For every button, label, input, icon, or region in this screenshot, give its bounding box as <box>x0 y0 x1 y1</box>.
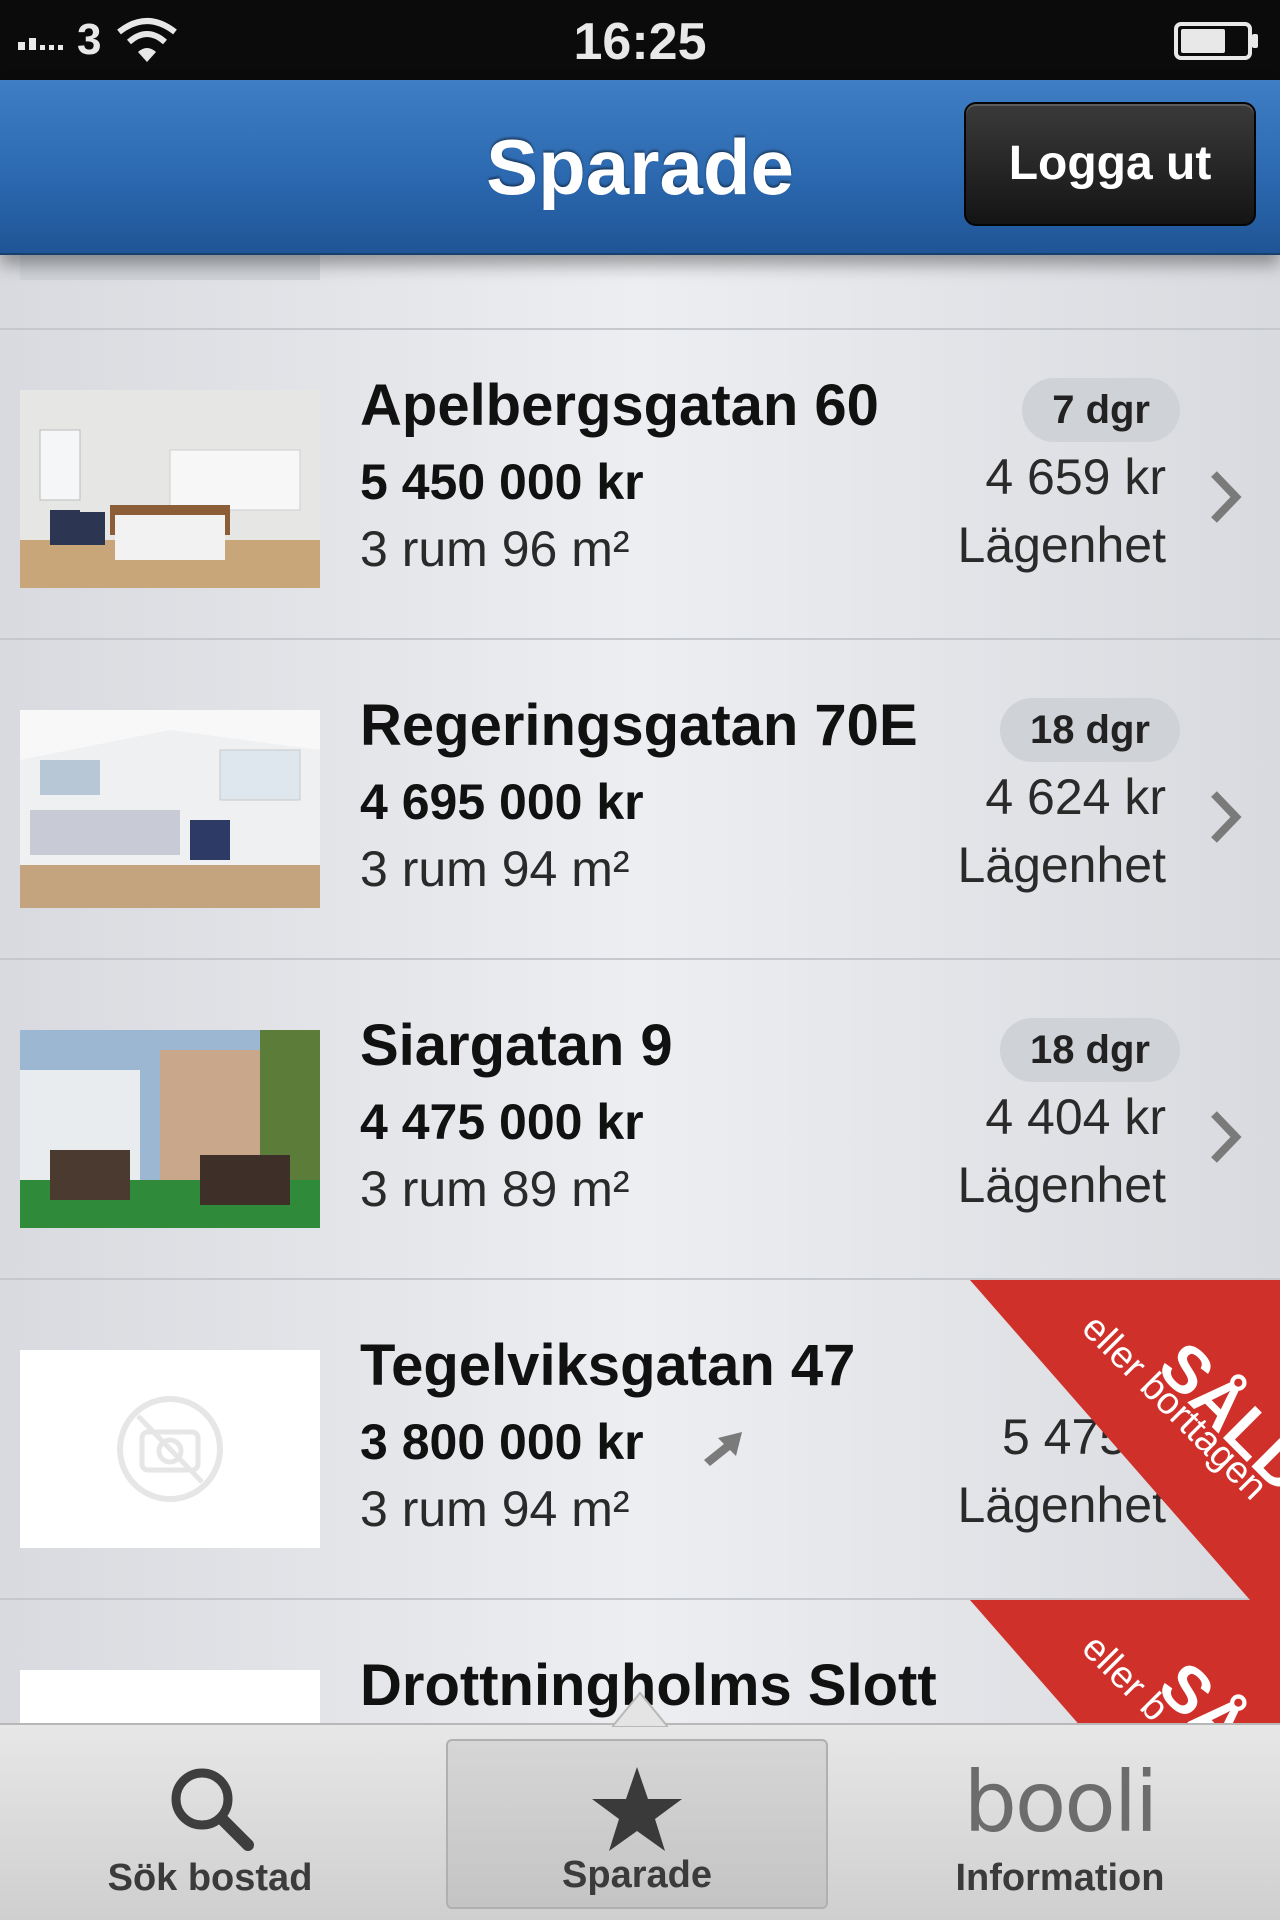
listing-type: Lägenhet <box>957 1157 1166 1213</box>
days-badge: 18 dgr <box>999 698 1180 762</box>
star-icon <box>592 1767 682 1851</box>
list-item-partial[interactable] <box>0 255 1280 330</box>
booli-logo: booli <box>963 1753 1159 1851</box>
status-bar: 3 16:25 <box>0 0 1280 80</box>
tab-information[interactable]: booli Information <box>860 1725 1260 1920</box>
listing-type: Lägenhet <box>957 1477 1166 1533</box>
listing-title: Apelbergsgatan 60 <box>360 373 879 438</box>
listing-photo <box>20 1030 320 1228</box>
listing-price: 5 450 000 kr <box>360 454 644 510</box>
tab-label: Information <box>955 1857 1165 1899</box>
listing-price: 3 800 000 kr <box>360 1414 644 1470</box>
listing-fee: 4 659 kr <box>985 449 1166 505</box>
list-item[interactable]: Siargatan 9 4 475 000 kr 3 rum 89 m² 18 … <box>0 960 1280 1280</box>
days-badge: 7 dgr <box>1022 378 1180 442</box>
listing-photo <box>20 390 320 588</box>
listing-title: Regeringsgatan 70E <box>360 693 918 758</box>
days-badge: 18 dgr <box>999 1018 1180 1082</box>
sold-sublabel: eller b <box>1074 1627 1177 1723</box>
price-change-arrow-icon <box>704 1432 742 1466</box>
listing-details: 3 rum 94 m² <box>360 1481 630 1537</box>
listing-photo <box>20 255 320 280</box>
logout-button[interactable]: Logga ut <box>964 102 1256 226</box>
tab-bar: Sök bostad Sparade booli Information <box>0 1691 1280 1920</box>
listing-photo-placeholder <box>20 1350 320 1548</box>
chevron-right-icon <box>1211 471 1242 523</box>
list-item[interactable]: Apelbergsgatan 60 5 450 000 kr 3 rum 96 … <box>0 320 1280 640</box>
chevron-right-icon <box>1211 791 1242 843</box>
battery-icon <box>1174 22 1258 60</box>
listing-title: Tegelviksgatan 47 <box>360 1333 856 1398</box>
sold-ribbon-graphic: SÅLD eller b <box>970 1600 1280 1723</box>
listing-price: 4 475 000 kr <box>360 1094 644 1150</box>
listing-fee: 5 475 k <box>1001 1409 1166 1465</box>
listing-photo-placeholder <box>20 1670 320 1723</box>
listing-photo-image <box>20 1030 320 1228</box>
saved-listings[interactable]: Apelbergsgatan 60 5 450 000 kr 3 rum 96 … <box>0 255 1280 1723</box>
listing-details: 3 rum 96 m² <box>360 521 630 577</box>
listing-photo-image <box>20 390 320 588</box>
list-item[interactable]: Regeringsgatan 70E 4 695 000 kr 3 rum 94… <box>0 640 1280 960</box>
tab-label: Sparade <box>562 1854 712 1896</box>
chevron-right-icon <box>1211 1111 1242 1163</box>
listing-title: Siargatan 9 <box>360 1013 673 1078</box>
nav-bar: Sparade Logga ut <box>0 80 1280 255</box>
list-item[interactable]: Tegelviksgatan 47 3 800 000 kr 3 rum 94 … <box>0 1280 1280 1600</box>
listing-photo-image <box>20 710 320 908</box>
tab-saved[interactable]: Sparade <box>446 1739 828 1909</box>
listing-details: 3 rum 89 m² <box>360 1161 630 1217</box>
listing-price: 4 695 000 kr <box>360 774 644 830</box>
tab-search[interactable]: Sök bostad <box>10 1725 410 1920</box>
listing-details: 3 rum 94 m² <box>360 841 630 897</box>
status-time: 16:25 <box>573 13 707 71</box>
listing-type: Lägenhet <box>957 837 1166 893</box>
sold-ribbon: SÅLD eller b <box>950 1600 1280 1723</box>
listing-type: Lägenhet <box>957 517 1166 573</box>
listing-photo <box>20 710 320 908</box>
listing-fee: 4 624 kr <box>985 769 1166 825</box>
tab-indicator-notch <box>612 1691 668 1727</box>
listing-fee: 4 404 kr <box>985 1089 1166 1145</box>
listing-photo-image <box>20 255 320 280</box>
no-photo-icon <box>20 1350 320 1548</box>
tab-label: Sök bostad <box>107 1857 313 1899</box>
search-icon <box>171 1768 254 1851</box>
sold-label: SÅLD <box>1145 1648 1280 1723</box>
